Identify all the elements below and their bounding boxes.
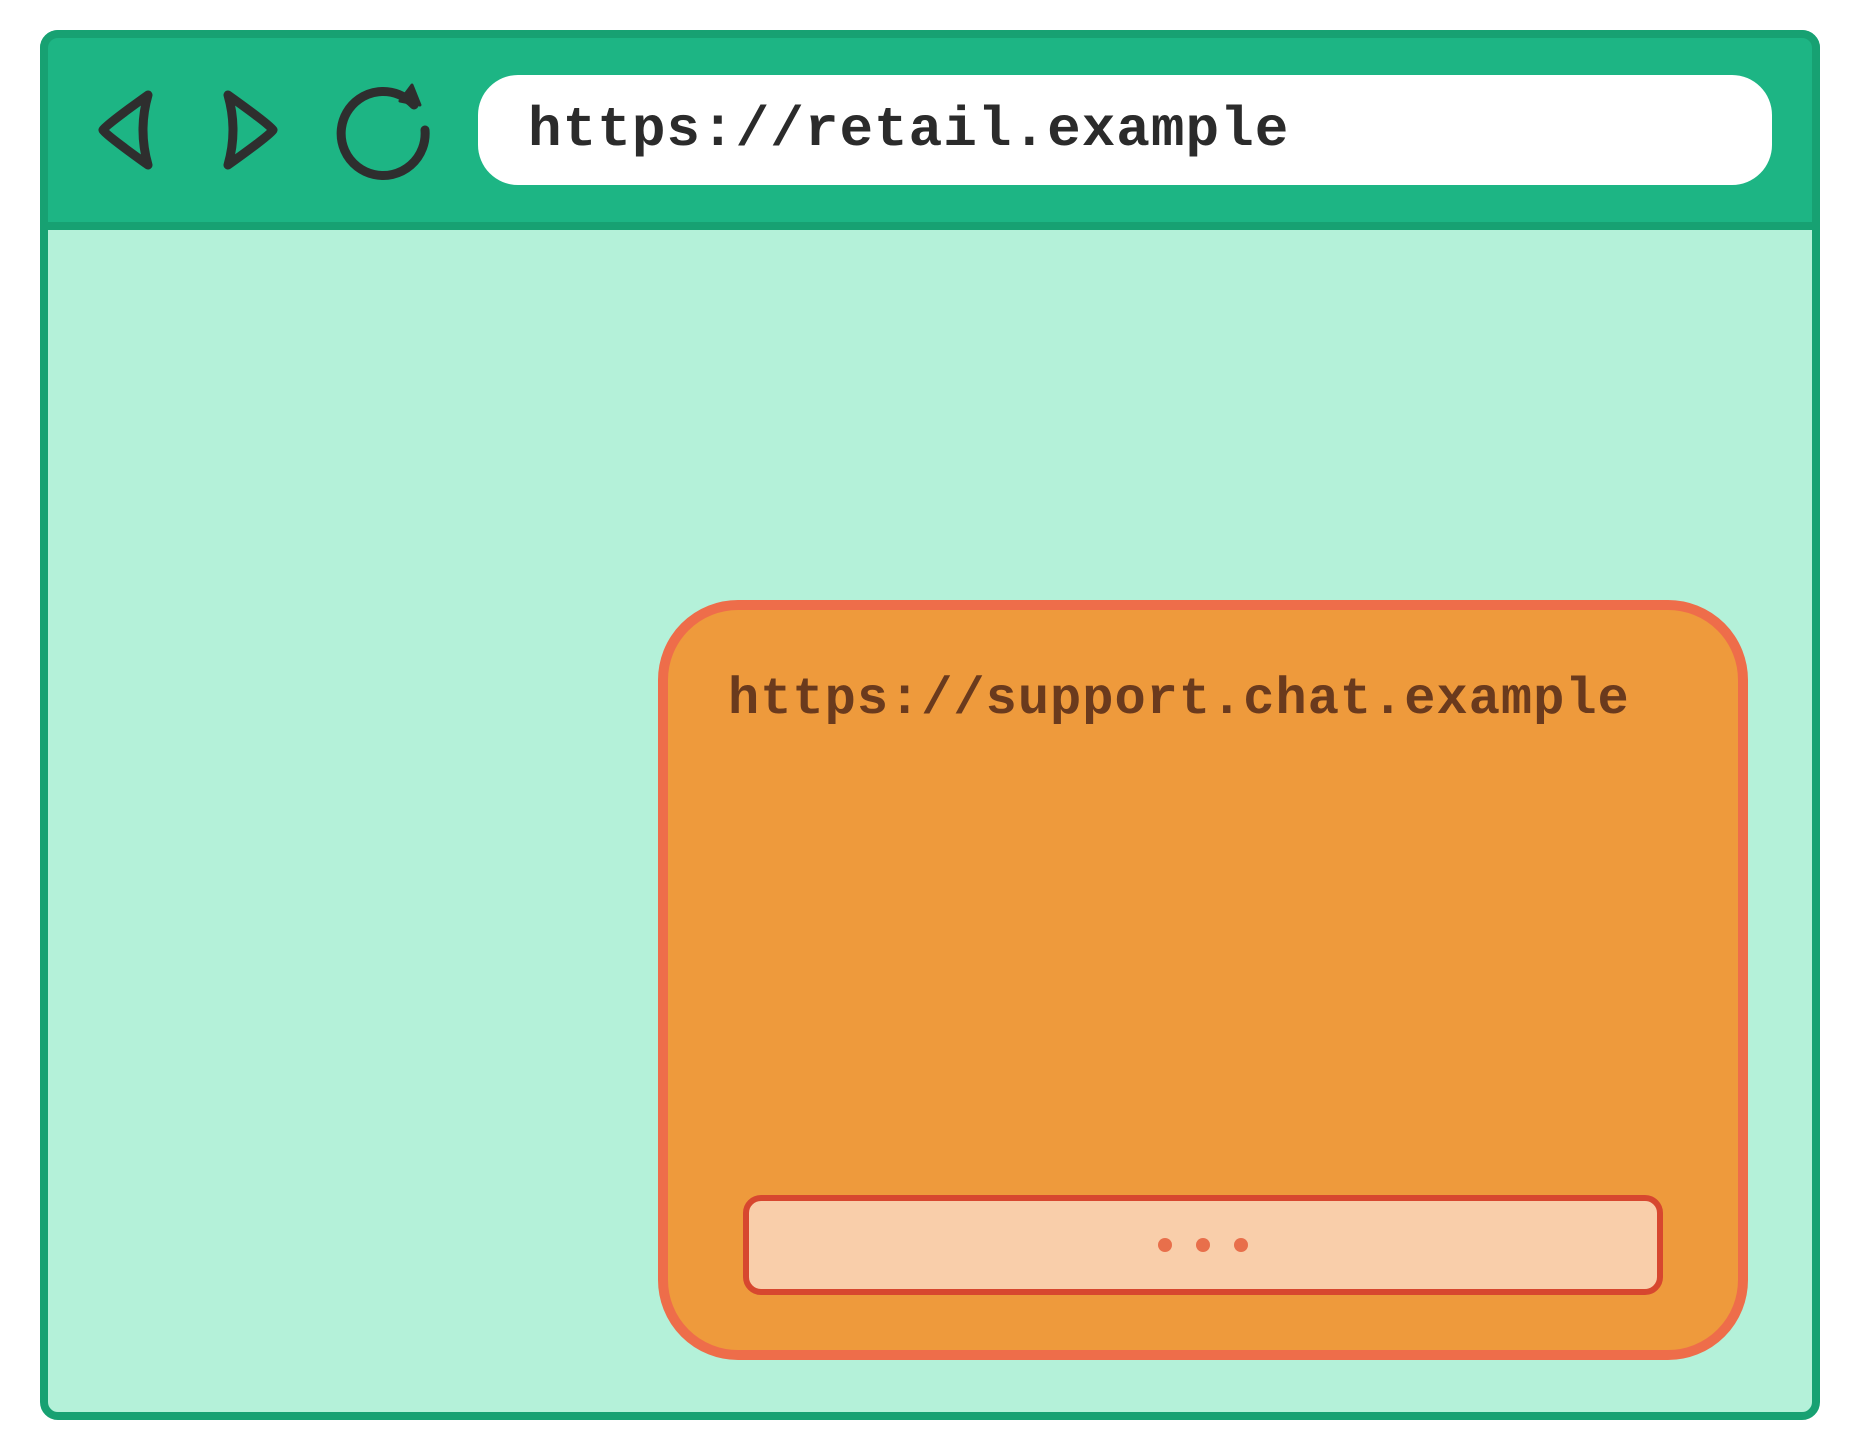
- nav-icon-group: [88, 75, 438, 185]
- reload-icon[interactable]: [328, 75, 438, 185]
- back-icon[interactable]: [88, 80, 168, 180]
- chat-input[interactable]: [743, 1195, 1663, 1295]
- chat-widget-url: https://support.chat.example: [728, 670, 1688, 729]
- url-bar[interactable]: https://retail.example: [478, 75, 1772, 185]
- chat-widget: https://support.chat.example: [658, 600, 1748, 1360]
- forward-icon[interactable]: [208, 80, 288, 180]
- browser-window: https://retail.example https://support.c…: [40, 30, 1820, 1420]
- url-text: https://retail.example: [528, 98, 1289, 162]
- typing-indicator-icon: [1158, 1238, 1248, 1252]
- browser-toolbar: https://retail.example: [40, 30, 1820, 230]
- page-content: https://support.chat.example: [48, 230, 1812, 1412]
